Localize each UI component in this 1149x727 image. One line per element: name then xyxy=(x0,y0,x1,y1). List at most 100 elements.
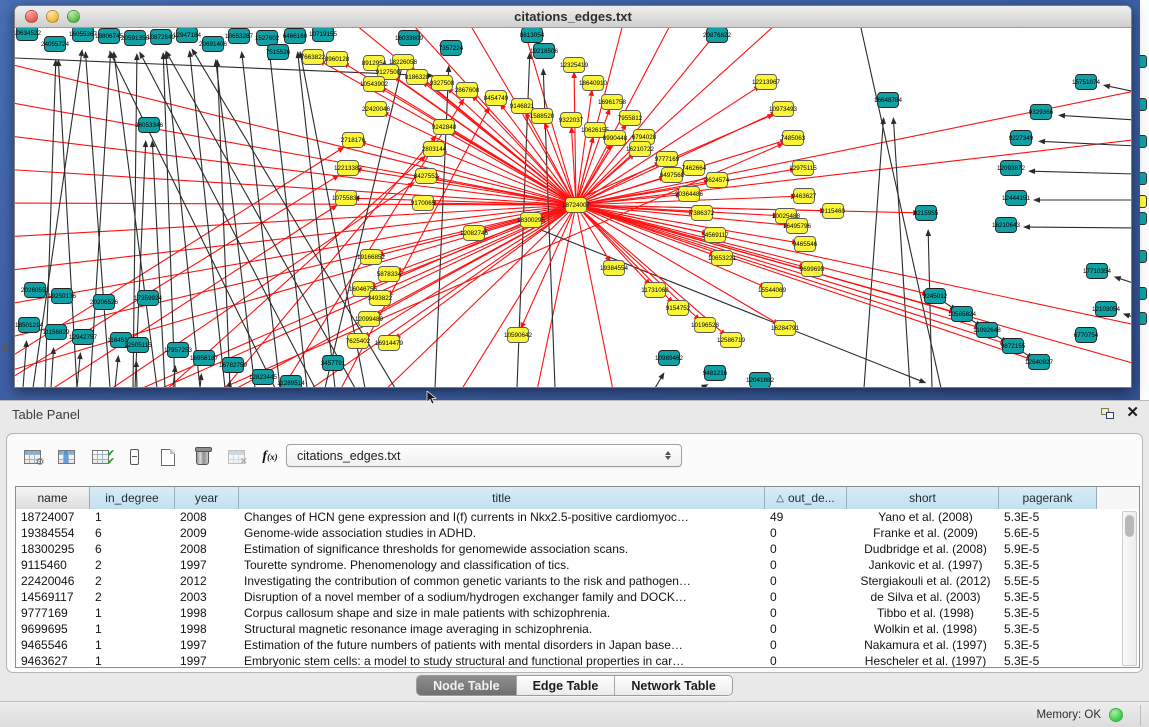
tab-node-table[interactable]: Node Table xyxy=(417,676,516,695)
graph-edge[interactable] xyxy=(365,144,576,205)
tab-edge-table[interactable]: Edge Table xyxy=(517,676,616,695)
graph-node-label: 10719155 xyxy=(309,31,338,38)
cell-in_degree: 1 xyxy=(90,653,175,668)
table-row[interactable]: 911546021997Tourette syndrome. Phenomeno… xyxy=(16,557,1139,573)
graph-edge[interactable] xyxy=(15,168,576,205)
graph-edge[interactable] xyxy=(864,124,883,388)
create-column-button[interactable] xyxy=(153,444,183,470)
edge-arrowhead xyxy=(1103,84,1110,89)
graph-edge[interactable] xyxy=(298,58,335,388)
table-selector-dropdown[interactable]: citations_edges.txt xyxy=(286,444,682,467)
show-columns-button[interactable] xyxy=(51,444,81,470)
table-row[interactable]: 946554611997Estimation of the future num… xyxy=(16,637,1139,653)
graph-edge[interactable] xyxy=(1120,279,1131,284)
table-row[interactable]: 1938455462009Genome-wide association stu… xyxy=(16,525,1139,541)
graph-edge[interactable] xyxy=(1065,116,1131,120)
cell-short: Tibbo et al. (1998) xyxy=(847,605,999,621)
table-row[interactable]: 1872400712008Changes of HCN gene express… xyxy=(16,509,1139,525)
graph-node-label: 10989462 xyxy=(655,355,684,362)
graph-edge[interactable] xyxy=(894,124,910,388)
compact-view-button[interactable] xyxy=(119,444,149,470)
graph-node-label: 15544069 xyxy=(758,287,787,294)
cell-short: Yano et al. (2008) xyxy=(847,509,999,525)
table-row[interactable]: 1456911722003Disruption of a novel membe… xyxy=(16,589,1139,605)
tab-network-table[interactable]: Network Table xyxy=(615,676,732,695)
cell-year: 2009 xyxy=(175,525,239,541)
column-header-title[interactable]: title xyxy=(239,487,765,509)
graph-node-label: 16961758 xyxy=(598,99,627,106)
graph-edge[interactable] xyxy=(15,133,576,205)
edge-arrowhead xyxy=(891,117,897,124)
fx-icon: f(x) xyxy=(262,449,277,465)
cell-year: 1997 xyxy=(175,653,239,668)
edge-arrowhead xyxy=(83,51,89,58)
float-panel-icon[interactable] xyxy=(1101,408,1114,419)
graph-node-label: 3457791 xyxy=(321,360,346,367)
graph-edge[interactable] xyxy=(169,56,355,388)
network-canvas[interactable]: 1872400712325419186409101696175879558129… xyxy=(15,28,1131,388)
graph-edge[interactable] xyxy=(143,58,315,388)
edge-arrowhead xyxy=(23,340,29,347)
minimize-window-button[interactable] xyxy=(46,10,59,23)
graph-edge[interactable] xyxy=(115,362,118,388)
window-titlebar[interactable]: citations_edges.txt xyxy=(15,6,1131,28)
graph-node-label: 20691406 xyxy=(199,41,228,48)
column-header-pagerank[interactable]: pagerank xyxy=(999,487,1097,509)
panel-collapse-arrow-icon[interactable] xyxy=(1,344,7,352)
function-builder-button[interactable]: f(x) xyxy=(255,444,285,470)
graph-edge[interactable] xyxy=(190,57,225,388)
table-vertical-scrollbar[interactable] xyxy=(1122,511,1137,666)
graph-edge[interactable] xyxy=(77,359,80,388)
edge-arrowhead xyxy=(143,140,149,147)
graph-edge[interactable] xyxy=(701,387,702,388)
table-row[interactable]: 969969511998Structural magnetic resonanc… xyxy=(16,621,1139,637)
graph-node-label: 7955812 xyxy=(618,115,643,122)
graph-edge[interactable] xyxy=(270,60,307,388)
graph-edge[interactable] xyxy=(217,66,230,388)
citation-network-graph[interactable]: 1872400712325419186409101696175879558129… xyxy=(15,28,1131,388)
column-header-in_degree[interactable]: in_degree xyxy=(90,487,175,509)
graph-edge[interactable] xyxy=(576,205,615,388)
column-header-name[interactable]: name xyxy=(16,487,90,509)
graph-edge[interactable] xyxy=(535,205,576,388)
graph-edge[interactable] xyxy=(399,205,576,335)
graph-edge[interactable] xyxy=(166,59,200,388)
graph-edge[interactable] xyxy=(1030,227,1131,228)
graph-edge[interactable] xyxy=(136,367,137,388)
window-title: citations_edges.txt xyxy=(514,9,632,24)
column-header-short[interactable]: short xyxy=(847,487,999,509)
graph-edge[interactable] xyxy=(23,347,26,388)
row-selection-mode-button[interactable]: ✔✔ xyxy=(85,444,115,470)
graph-node-label: 16055367 xyxy=(69,31,98,38)
column-header-out_de[interactable]: △out_de... xyxy=(765,487,847,509)
graph-edge[interactable] xyxy=(1110,86,1131,92)
table-row[interactable]: 977716911998Corpus callosum shape and si… xyxy=(16,605,1139,621)
edge-arrowhead xyxy=(79,49,85,56)
graph-node-label: 10755834 xyxy=(332,195,361,202)
zoom-window-button[interactable] xyxy=(67,10,80,23)
table-row[interactable]: 946362711997Embryonic stem cells: a mode… xyxy=(16,653,1139,668)
graph-node-label: 19166852 xyxy=(357,254,386,261)
close-panel-icon[interactable]: ✕ xyxy=(1126,406,1139,420)
graph-node-label: 2718176 xyxy=(341,137,366,144)
table-row[interactable]: 2242004622012Investigating the contribut… xyxy=(16,573,1139,589)
delete-column-button[interactable] xyxy=(187,444,217,470)
graph-edge[interactable] xyxy=(1129,316,1131,318)
graph-node xyxy=(1140,135,1147,148)
delete-table-button[interactable]: ✕ xyxy=(221,444,251,470)
graph-node-label: 12099489 xyxy=(355,316,384,323)
graph-edge[interactable] xyxy=(1035,171,1131,174)
graph-node-label: 18724007 xyxy=(562,202,591,209)
graph-edge[interactable] xyxy=(15,58,576,205)
edge-arrowhead xyxy=(925,229,931,236)
new-document-icon xyxy=(161,449,175,466)
graph-edge[interactable] xyxy=(655,378,661,388)
table-settings-button[interactable]: ⚙ xyxy=(17,444,47,470)
scrollbar-thumb[interactable] xyxy=(1125,515,1134,537)
close-window-button[interactable] xyxy=(25,10,38,23)
graph-node-label: 3624574 xyxy=(705,177,730,184)
table-row[interactable]: 1830029562008Estimation of significance … xyxy=(16,541,1139,557)
cell-out_de: 49 xyxy=(765,509,847,525)
column-header-year[interactable]: year xyxy=(175,487,239,509)
graph-edge[interactable] xyxy=(200,380,201,388)
